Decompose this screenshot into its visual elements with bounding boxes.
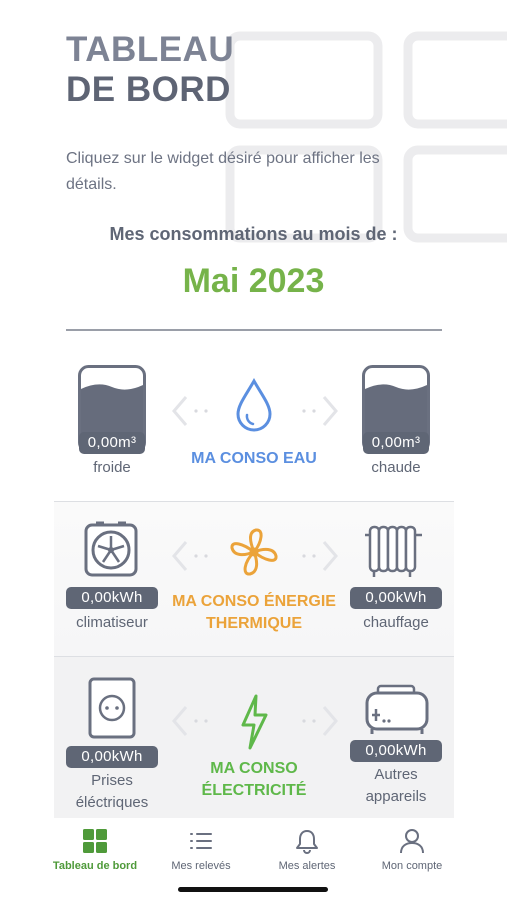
toaster-icon (365, 684, 429, 734)
widget-electricity[interactable]: 0,00kWh Prises éléctriques MA CONSO ÉLEC… (54, 657, 454, 827)
background-decoration (225, 31, 507, 243)
radiator-icon (365, 525, 422, 577)
cold-water-label: froide (93, 459, 131, 476)
electricity-widget-title: MA CONSO ÉLECTRICITÉ (174, 758, 334, 802)
sockets-label: Prises éléctriques (60, 770, 164, 814)
hot-water-label: chaude (371, 459, 421, 476)
selected-month[interactable]: Mai 2023 (0, 262, 507, 301)
tab-dashboard-label: Tableau de bord (52, 860, 138, 872)
widget-thermal-energy[interactable]: 0,00kWh climatiseur MA CONSO ÉNERGIE THE… (54, 502, 454, 656)
bell-icon (296, 830, 318, 854)
tab-readings-label: Mes relevés (171, 860, 231, 872)
sockets-label-line1: Prises (91, 772, 133, 789)
air-conditioner-label: climatiseur (76, 614, 148, 631)
page-subtitle: Cliquez sur le widget désiré pour affich… (66, 150, 380, 193)
chevron-right-icon (302, 396, 338, 426)
fan-icon (230, 528, 278, 576)
sockets-value: 0,00kWh (66, 746, 158, 768)
thermal-widget-title-line1: MA CONSO ÉNERGIE (172, 593, 336, 610)
tab-alerts-label: Mes alertes (278, 860, 336, 872)
chevron-left-icon (172, 541, 208, 571)
list-icon (190, 833, 212, 849)
water-widget-title: MA CONSO EAU (191, 450, 317, 467)
other-appliances-label-line2: appareils (365, 788, 427, 805)
lightning-bolt-icon (241, 694, 268, 750)
page-title-line2: DE BORD (66, 70, 231, 109)
thermal-widget-title: MA CONSO ÉNERGIE THERMIQUE (160, 591, 348, 635)
other-appliances-label: Autres appareils (344, 764, 448, 808)
air-conditioner-icon (84, 521, 138, 577)
power-socket-icon (88, 677, 136, 739)
dashboard-grid-icon (83, 829, 107, 853)
user-icon (400, 829, 424, 854)
widget-water[interactable]: 0,00m³ froide MA CONSO EAU 0,00m³ chaude (54, 343, 454, 500)
home-indicator (178, 887, 328, 892)
page-title-line1: TABLEAU (66, 30, 235, 69)
page-title: TABLEAU DE BORD (66, 30, 234, 110)
electricity-widget-title-line1: MA CONSO (210, 760, 298, 777)
hot-water-value: 0,00m³ (363, 432, 429, 454)
chevron-right-icon (302, 541, 338, 571)
other-appliances-label-line1: Autres (374, 766, 418, 783)
cold-water-value: 0,00m³ (79, 432, 145, 454)
sockets-label-line2: éléctriques (75, 794, 149, 811)
heating-value: 0,00kWh (350, 587, 442, 609)
heating-label: chauffage (363, 614, 429, 631)
thermal-widget-title-line2: THERMIQUE (206, 615, 302, 632)
chevron-left-icon (172, 396, 208, 426)
header-divider (66, 329, 442, 331)
electricity-widget-title-line2: ÉLECTRICITÉ (201, 782, 307, 799)
tab-account-label: Mon compte (381, 860, 443, 872)
chevron-left-icon (172, 706, 208, 736)
month-label: Mes consommations au mois de : (109, 224, 398, 244)
air-conditioner-value: 0,00kWh (66, 587, 158, 609)
other-appliances-value: 0,00kWh (350, 740, 442, 762)
water-drop-icon (236, 378, 272, 432)
chevron-right-icon (302, 706, 338, 736)
